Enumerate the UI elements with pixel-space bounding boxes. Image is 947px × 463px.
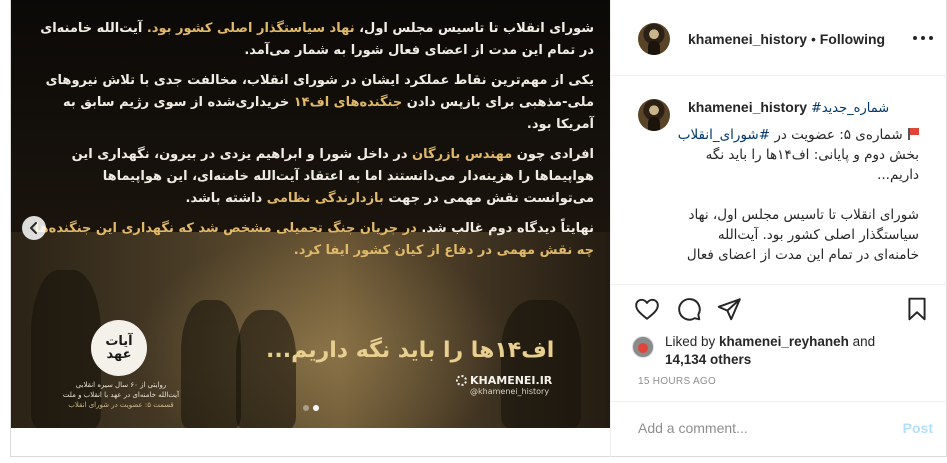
carousel-dot	[303, 405, 309, 411]
more-options-button[interactable]	[913, 30, 933, 46]
hashtag-link[interactable]: #شورای_انقلاب	[678, 127, 770, 143]
heart-icon	[635, 298, 659, 320]
caption-line: شماره‌ی ۵: عضویت در #شورای_انقلاب	[673, 125, 919, 145]
series-caption: روایتی از ۶۰ سال سیره انقلابی آیت‌الله خ…	[51, 380, 191, 410]
likes-text: Liked by khamenei_reyhaneh and 14,134 ot…	[665, 333, 935, 369]
following-button[interactable]: Following	[820, 31, 885, 47]
brand-name: KHAMENEI.IR	[470, 374, 553, 387]
bookmark-icon	[908, 297, 926, 321]
comment-icon	[678, 298, 701, 321]
series-logo: آیات عهد	[91, 320, 147, 376]
caption-gap	[673, 185, 919, 205]
chevron-left-icon	[30, 222, 37, 234]
liker-avatar[interactable]	[632, 336, 654, 358]
brand-handle: @khamenei_history	[470, 387, 550, 396]
share-button[interactable]	[716, 296, 742, 322]
carousel-dot-active	[313, 405, 319, 411]
username-link[interactable]: khamenei_history	[688, 31, 807, 47]
post-sidebar: khamenei_history • Following khamenei_hi…	[610, 0, 947, 457]
post-header: khamenei_history • Following	[611, 0, 947, 76]
post-caption: khamenei_history #شماره_جدید شماره‌ی ۵: …	[611, 77, 947, 285]
media-text: شورای انقلاب تا تاسیس مجلس اول، نهاد سیا…	[34, 18, 594, 270]
caption-line: شورای انقلاب تا تاسیس مجلس اول، نهاد سیا…	[686, 207, 919, 263]
media-paragraph-2: یکی از مهم‌ترین نقاط عملکرد ایشان در شور…	[45, 73, 594, 132]
liker-username[interactable]: khamenei_reyhaneh	[719, 334, 849, 349]
carousel-indicator	[303, 405, 319, 411]
likes-prefix: Liked by	[665, 334, 720, 349]
save-button[interactable]	[904, 296, 930, 322]
caption-line: بخش دوم و پایانی: اف۱۴ها را باید نگه دار…	[705, 147, 919, 183]
comment-bar: Add a comment... Post	[611, 401, 947, 451]
media-slogan: اف۱۴ها را باید نگه داریم...	[266, 338, 555, 363]
post-media[interactable]: شورای انقلاب تا تاسیس مجلس اول، نهاد سیا…	[11, 0, 610, 428]
series-caption-line: قسمت ۵: عضویت در شورای انقلاب	[68, 401, 174, 409]
post-comment-button[interactable]: Post	[903, 420, 933, 436]
photo-figure	[236, 310, 296, 428]
caption-username[interactable]: khamenei_history	[688, 99, 807, 115]
post-author: khamenei_history • Following	[688, 31, 885, 47]
likes-count-link[interactable]: 14,134 others	[665, 352, 751, 367]
dot-icon	[929, 36, 933, 40]
series-caption-line: آیت‌الله خامنه‌ای در عهد با انقلاب و ملت	[62, 391, 180, 399]
dot-icon	[921, 36, 925, 40]
photo-figure	[501, 300, 581, 428]
post-timestamp[interactable]: 15 HOURS AGO	[638, 376, 716, 387]
dot-icon	[913, 36, 917, 40]
likes-and: and	[848, 334, 876, 349]
flag-icon	[907, 128, 919, 140]
brand-watermark: KHAMENEI.IR @khamenei_history	[456, 374, 552, 396]
media-paragraph-4: نهایتاً دیدگاه دوم غالب شد. در جریان جنگ…	[34, 221, 594, 258]
comment-button[interactable]	[676, 296, 702, 322]
media-paragraph-1: شورای انقلاب تا تاسیس مجلس اول، نهاد سیا…	[40, 21, 594, 58]
brand-mark-icon	[456, 375, 467, 386]
media-paragraph-3: افرادی چون مهندس بازرگان در داخل شورا و …	[71, 147, 594, 206]
series-caption-line: روایتی از ۶۰ سال سیره انقلابی	[75, 381, 167, 389]
like-button[interactable]	[634, 296, 660, 322]
comment-input[interactable]: Add a comment...	[638, 420, 748, 436]
carousel-prev-button[interactable]	[22, 216, 46, 240]
caption-text: شماره‌ی ۵: عضویت در #شورای_انقلاب بخش دو…	[673, 125, 919, 265]
post-actions	[611, 296, 947, 326]
caption-header: khamenei_history #شماره_جدید	[688, 99, 889, 116]
caption-avatar[interactable]	[638, 99, 670, 131]
profile-avatar[interactable]	[638, 23, 670, 55]
post-card: شورای انقلاب تا تاسیس مجلس اول، نهاد سیا…	[10, 0, 947, 457]
caption-line-text: شماره‌ی ۵: عضویت در	[770, 127, 903, 143]
paper-plane-icon	[717, 298, 741, 321]
separator: •	[807, 31, 820, 47]
hashtag-link[interactable]: #شماره_جدید	[811, 101, 889, 116]
